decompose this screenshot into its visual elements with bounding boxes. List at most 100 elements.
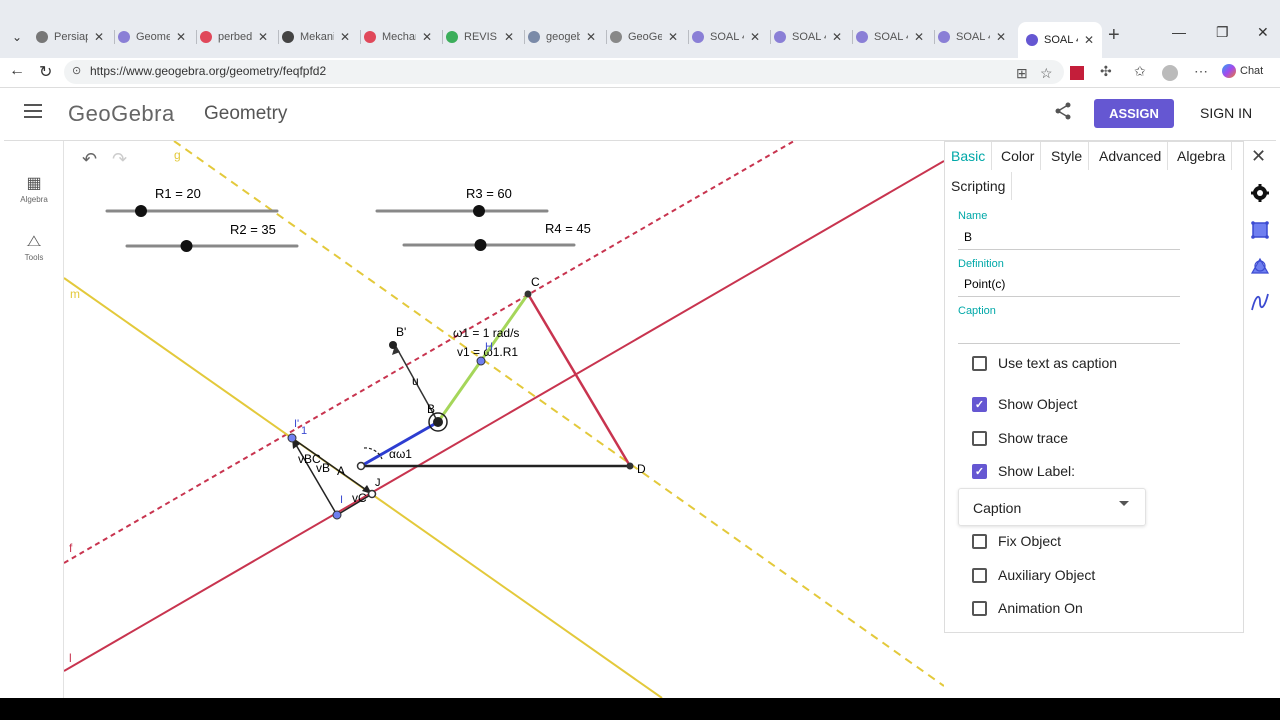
browser-tab[interactable]: Mechanics ✕ bbox=[364, 26, 440, 48]
tab-close-icon[interactable]: ✕ bbox=[668, 30, 678, 44]
browser-tab[interactable]: SOAL 4 ✕ bbox=[692, 26, 768, 48]
omega-text[interactable]: ω1 = 1 rad/s bbox=[453, 326, 519, 340]
slider-knob[interactable] bbox=[180, 240, 193, 252]
graphics-view-icon[interactable] bbox=[1250, 220, 1270, 240]
window-close-button[interactable]: ✕ bbox=[1257, 24, 1269, 41]
graphics-view[interactable]: ↶ ↷ R1 = 20 R2 = 35 R3 = 60 R4 = 45 A B … bbox=[64, 141, 944, 698]
line-f[interactable] bbox=[64, 141, 795, 564]
redo-button[interactable]: ↷ bbox=[112, 149, 127, 170]
tab-separator bbox=[114, 30, 115, 44]
address-bar[interactable]: ⊙ https://www.geogebra.org/geometry/feqf… bbox=[64, 60, 1064, 84]
tab-label: perbedaan bbox=[218, 31, 252, 43]
tab-close-icon[interactable]: ✕ bbox=[258, 30, 268, 44]
auxiliary-object-checkbox[interactable]: Auxiliary Object bbox=[972, 567, 1095, 583]
point-J[interactable] bbox=[367, 489, 377, 499]
point-I[interactable] bbox=[332, 510, 342, 520]
point-B[interactable] bbox=[433, 417, 443, 427]
tab-advanced[interactable]: Advanced bbox=[1093, 142, 1169, 170]
vector-vB-label: vB bbox=[316, 461, 331, 475]
profile-avatar-icon[interactable] bbox=[1162, 65, 1178, 81]
point-C[interactable] bbox=[524, 290, 532, 298]
vector-vB[interactable] bbox=[291, 437, 338, 516]
point-Bprime[interactable] bbox=[389, 341, 397, 349]
tab-close-icon[interactable]: ✕ bbox=[504, 30, 514, 44]
checkbox-label: Show Label: bbox=[998, 463, 1076, 479]
extension-icon[interactable] bbox=[1070, 66, 1084, 80]
assign-button[interactable]: ASSIGN bbox=[1094, 99, 1174, 128]
tab-scripting[interactable]: Scripting bbox=[945, 172, 1013, 200]
tab-style[interactable]: Style bbox=[1045, 142, 1090, 170]
geogebra-logo[interactable]: GeoGebra bbox=[68, 101, 175, 127]
show-trace-checkbox[interactable]: Show trace bbox=[972, 430, 1068, 446]
extensions-puzzle-icon[interactable]: ✣ bbox=[1100, 63, 1112, 80]
chat-button[interactable]: Chat bbox=[1222, 64, 1263, 78]
tab-close-icon[interactable]: ✕ bbox=[832, 30, 842, 44]
definition-field[interactable]: Point(c) bbox=[958, 277, 1180, 297]
site-info-icon[interactable]: ⊙ bbox=[72, 64, 81, 77]
browser-tab[interactable]: Mekanika ✕ bbox=[282, 26, 358, 48]
browser-tab[interactable]: SOAL 4 ✕ bbox=[856, 26, 932, 48]
browser-tab[interactable]: Persiapan ✕ bbox=[36, 26, 112, 48]
algebra-view-button[interactable]: ▦ Algebra bbox=[4, 173, 64, 204]
point-Iprime[interactable] bbox=[287, 433, 297, 443]
slider-knob[interactable] bbox=[474, 239, 487, 251]
sign-in-button[interactable]: SIGN IN bbox=[1200, 105, 1252, 121]
animation-on-checkbox[interactable]: Animation On bbox=[972, 600, 1083, 616]
fix-object-checkbox[interactable]: Fix Object bbox=[972, 533, 1061, 549]
label-mode-dropdown[interactable]: Caption bbox=[958, 488, 1146, 526]
function-graph-icon[interactable] bbox=[1250, 292, 1270, 312]
close-properties-icon[interactable]: ✕ bbox=[1251, 146, 1266, 167]
geometry-shapes-icon[interactable] bbox=[1250, 256, 1270, 276]
hamburger-menu-icon[interactable] bbox=[24, 104, 42, 120]
tab-close-icon[interactable]: ✕ bbox=[750, 30, 760, 44]
browser-tab[interactable]: SOAL 4 ✕ bbox=[774, 26, 850, 48]
slider-R1-label: R1 = 20 bbox=[155, 186, 201, 201]
tab-basic[interactable]: Basic bbox=[945, 142, 993, 170]
link-CD[interactable] bbox=[526, 293, 632, 467]
slider-knob[interactable] bbox=[473, 205, 485, 217]
slider-knob[interactable] bbox=[135, 205, 147, 217]
geometry-canvas[interactable] bbox=[64, 141, 944, 698]
tab-active[interactable]: SOAL 4 ✕ bbox=[1018, 22, 1102, 58]
tab-close-icon[interactable]: ✕ bbox=[422, 30, 432, 44]
name-field[interactable]: B bbox=[958, 230, 1180, 250]
tab-close-icon[interactable]: ✕ bbox=[996, 30, 1006, 44]
caption-field[interactable] bbox=[958, 324, 1180, 344]
browser-tab[interactable]: REVISI ✕ bbox=[446, 26, 522, 48]
app-install-icon[interactable]: ⊞ bbox=[1016, 65, 1028, 82]
new-tab-button[interactable]: + bbox=[1108, 24, 1120, 47]
browser-tab[interactable]: perbedaan ✕ bbox=[200, 26, 276, 48]
show-label-checkbox[interactable]: ✓ Show Label: bbox=[972, 463, 1075, 479]
undo-button[interactable]: ↶ bbox=[82, 149, 97, 170]
tab-color[interactable]: Color bbox=[995, 142, 1042, 170]
settings-gear-icon[interactable] bbox=[1250, 183, 1270, 203]
more-menu-icon[interactable]: ⋯ bbox=[1194, 63, 1208, 80]
tab-search-button[interactable]: ⌄ bbox=[6, 26, 28, 48]
point-D[interactable] bbox=[626, 462, 634, 470]
back-button[interactable]: ← bbox=[9, 62, 25, 80]
browser-tab[interactable]: GeoGebra ✕ bbox=[610, 26, 686, 48]
share-icon[interactable] bbox=[1054, 102, 1072, 125]
use-text-as-caption-checkbox[interactable]: Use text as caption bbox=[972, 355, 1117, 371]
tab-close-icon[interactable]: ✕ bbox=[94, 30, 104, 44]
tab-close-icon[interactable]: ✕ bbox=[1084, 33, 1094, 47]
favorite-star-icon[interactable]: ☆ bbox=[1040, 65, 1053, 82]
line-l[interactable] bbox=[64, 160, 944, 672]
show-object-checkbox[interactable]: ✓ Show Object bbox=[972, 396, 1077, 412]
tab-close-icon[interactable]: ✕ bbox=[914, 30, 924, 44]
tab-close-icon[interactable]: ✕ bbox=[176, 30, 186, 44]
reload-button[interactable]: ↻ bbox=[39, 62, 52, 82]
browser-tab[interactable]: Geometry ✕ bbox=[118, 26, 194, 48]
browser-tab[interactable]: SOAL 4 ✕ bbox=[938, 26, 1014, 48]
tab-close-icon[interactable]: ✕ bbox=[340, 30, 350, 44]
properties-tabs: Basic Color Style Advanced Algebra Scrip… bbox=[945, 142, 1245, 202]
minimize-button[interactable]: — bbox=[1172, 24, 1186, 40]
tab-algebra[interactable]: Algebra bbox=[1171, 142, 1233, 170]
tools-view-button[interactable]: ⧍ Tools bbox=[4, 233, 64, 262]
point-A[interactable] bbox=[356, 461, 366, 471]
favorites-icon[interactable]: ✩ bbox=[1134, 63, 1146, 80]
tab-close-icon[interactable]: ✕ bbox=[586, 30, 596, 44]
browser-tab[interactable]: geogebra ✕ bbox=[528, 26, 604, 48]
velocity-text[interactable]: v1 = ω1.R1 bbox=[457, 345, 518, 359]
restore-button[interactable]: ❐ bbox=[1216, 24, 1229, 41]
